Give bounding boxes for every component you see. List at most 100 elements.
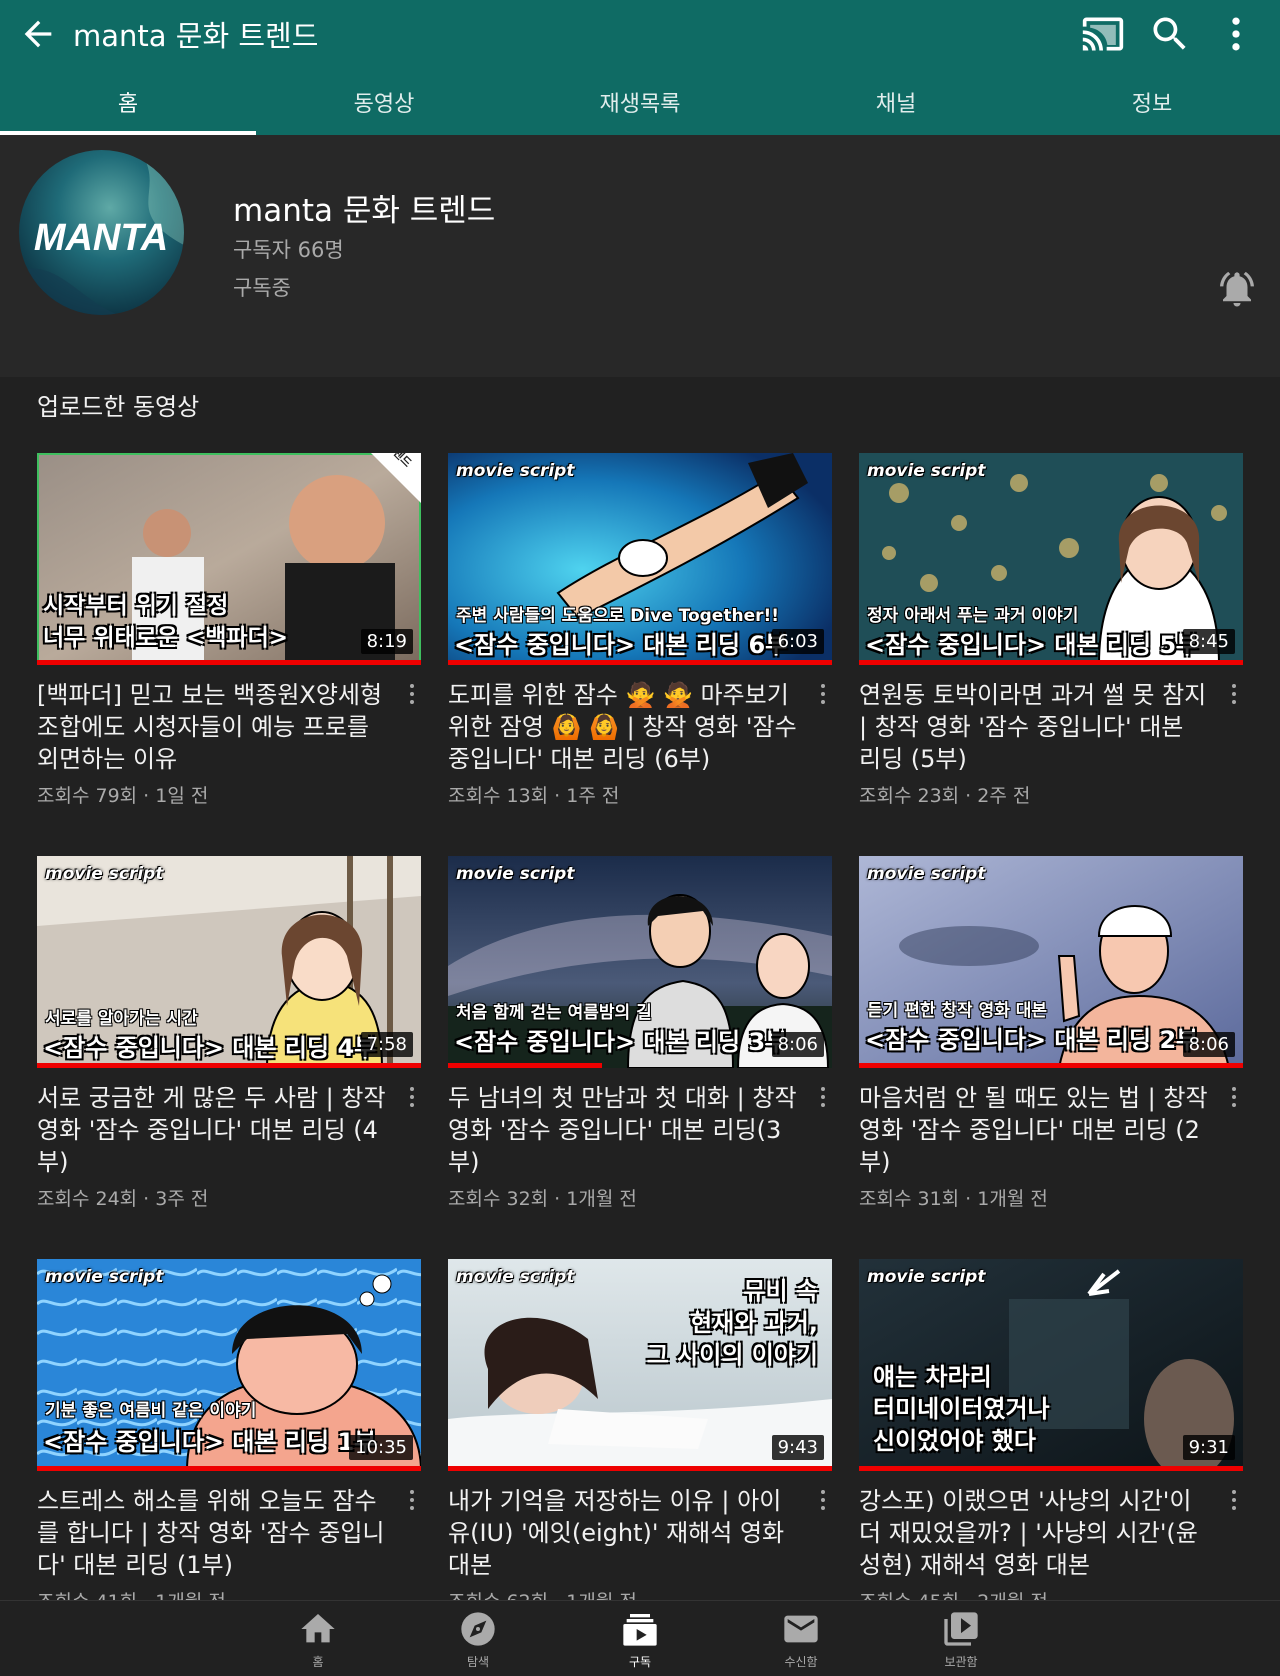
app-bar: manta 문화 트렌드 홈 동영상 재생목록 채널 정보 — [0, 0, 1280, 135]
tab-channels[interactable]: 채널 — [768, 78, 1024, 135]
video-thumbnail[interactable]: movie script 정자 아래서 푸는 과거 이야기 <잠수 중입니다> … — [859, 453, 1243, 665]
watch-progress-bar — [448, 1063, 602, 1068]
thumbnail-caption-3: 신이었어야 했다 — [873, 1427, 1036, 1455]
thumbnail-caption-1: 처음 함께 걷는 여름밤의 길 — [456, 1003, 652, 1023]
subscribe-status[interactable]: 구독중 — [233, 272, 291, 302]
watch-progress-bar — [37, 1063, 421, 1068]
thumbnail-caption-2: 너무 위태로운 <백파더> — [43, 625, 288, 651]
video-meta: 조회수 32회 · 1개월 전 — [448, 1188, 637, 1210]
video-more-icon[interactable] — [814, 1485, 832, 1515]
video-thumbnail[interactable]: movie script 처음 함께 걷는 여름밤의 길 <잠수 중입니다> 대… — [448, 856, 832, 1068]
video-card[interactable]: movie script 기분 좋은 여름비 같은 이야기 <잠수 중입니다> … — [37, 1259, 421, 1614]
video-title[interactable]: 두 남녀의 첫 만남과 첫 대화 | 창작 영화 '잠수 중입니다' 대본 리딩… — [448, 1082, 798, 1178]
video-more-icon[interactable] — [1225, 1485, 1243, 1515]
video-duration: 8:06 — [771, 1032, 824, 1057]
video-title[interactable]: 마음처럼 안 될 때도 있는 법 | 창작 영화 '잠수 중입니다' 대본 리딩… — [859, 1082, 1209, 1178]
tab-videos[interactable]: 동영상 — [256, 78, 512, 135]
video-title[interactable]: 연원동 토박이라면 과거 썰 못 참지 | 창작 영화 '잠수 중입니다' 대본… — [859, 679, 1209, 775]
watch-progress-bar — [37, 660, 421, 665]
tab-home[interactable]: 홈 — [0, 78, 256, 135]
thumbnail-tag: movie script — [456, 864, 575, 884]
video-thumbnail[interactable]: movie script 듣기 편한 창작 영화 대본 <잠수 중입니다> 대본… — [859, 856, 1243, 1068]
video-duration: 7:58 — [360, 1032, 413, 1057]
video-thumbnail[interactable]: 문화 트렌드 시작부터 위기 절정 너무 위태로운 <백파더> 8:19 — [37, 453, 421, 665]
video-title[interactable]: 강스포) 이랬으면 '사냥의 시간'이 더 재밌었을까? | '사냥의 시간'(… — [859, 1485, 1209, 1581]
video-more-icon[interactable] — [814, 1082, 832, 1112]
nav-label: 구독 — [628, 1655, 652, 1669]
tab-about[interactable]: 정보 — [1024, 78, 1280, 135]
video-duration: 6:03 — [771, 629, 824, 654]
thumbnail-tag: movie script — [456, 461, 575, 481]
channel-tabs: 홈 동영상 재생목록 채널 정보 — [0, 78, 1280, 135]
video-more-icon[interactable] — [403, 679, 421, 709]
home-icon — [301, 1614, 335, 1643]
video-duration: 8:45 — [1182, 629, 1235, 654]
inbox-icon — [784, 1615, 818, 1643]
thumbnail-tag: movie script — [45, 1267, 164, 1287]
video-card[interactable]: movie script 얘는 차라리 터미네이터였거나 신이었어야 했다 9:… — [859, 1259, 1243, 1614]
video-thumbnail[interactable]: movie script 얘는 차라리 터미네이터였거나 신이었어야 했다 9:… — [859, 1259, 1243, 1471]
nav-subscriptions[interactable]: 구독 — [585, 1601, 695, 1670]
video-card[interactable]: movie script 처음 함께 걷는 여름밤의 길 <잠수 중입니다> 대… — [448, 856, 832, 1211]
thumbnail-caption-2: <잠수 중입니다> 대본 리딩 2부 — [865, 1026, 1199, 1054]
nav-label: 홈 — [312, 1655, 324, 1669]
video-thumbnail[interactable]: movie script 주변 사람들의 도움으로 Dive Together!… — [448, 453, 832, 665]
watch-progress-bar — [448, 1466, 832, 1471]
video-duration: 8:06 — [1182, 1032, 1235, 1057]
nav-inbox[interactable]: 수신함 — [746, 1601, 856, 1670]
video-card[interactable]: movie script 뮤비 속 현재와 과거, 그 사이의 이야기 9:43… — [448, 1259, 832, 1614]
more-vert-icon[interactable] — [1214, 12, 1258, 56]
video-meta: 조회수 24회 · 3주 전 — [37, 1188, 209, 1210]
video-more-icon[interactable] — [1225, 679, 1243, 709]
video-card[interactable]: movie script 주변 사람들의 도움으로 Dive Together!… — [448, 453, 832, 808]
thumbnail-tag: movie script — [45, 864, 164, 884]
nav-label: 수신함 — [784, 1655, 818, 1669]
app-bar-title: manta 문화 트렌드 — [73, 19, 319, 53]
thumbnail-caption-1: 기분 좋은 여름비 같은 이야기 — [45, 1401, 257, 1421]
thumbnail-caption-2: 현재와 과거, — [690, 1309, 818, 1337]
video-title[interactable]: 서로 궁금한 게 많은 두 사람 | 창작 영화 '잠수 중입니다' 대본 리딩… — [37, 1082, 387, 1178]
channel-name: manta 문화 트렌드 — [233, 193, 496, 229]
video-meta: 조회수 13회 · 1주 전 — [448, 785, 620, 807]
watch-progress-bar — [859, 1063, 1243, 1068]
back-arrow-icon[interactable] — [18, 14, 58, 54]
video-title[interactable]: 내가 기억을 저장하는 이유 | 아이유(IU) '에잇(eight)' 재해석… — [448, 1485, 798, 1581]
thumbnail-caption-1: 시작부터 위기 절정 — [43, 593, 229, 619]
video-thumbnail[interactable]: movie script 기분 좋은 여름비 같은 이야기 <잠수 중입니다> … — [37, 1259, 421, 1471]
subscriber-count: 구독자 66명 — [233, 238, 344, 262]
video-card[interactable]: movie script 서로를 알아가는 시간 <잠수 중입니다> 대본 리딩… — [37, 856, 421, 1211]
video-card[interactable]: movie script 정자 아래서 푸는 과거 이야기 <잠수 중입니다> … — [859, 453, 1243, 808]
video-card[interactable]: movie script 듣기 편한 창작 영화 대본 <잠수 중입니다> 대본… — [859, 856, 1243, 1211]
thumbnail-caption-1: 듣기 편한 창작 영화 대본 — [867, 1001, 1048, 1021]
nav-library[interactable]: 보관함 — [906, 1601, 1016, 1670]
nav-home[interactable]: 홈 — [263, 1601, 373, 1670]
thumbnail-caption-3: 그 사이의 이야기 — [646, 1341, 818, 1369]
video-thumbnail[interactable]: movie script 뮤비 속 현재와 과거, 그 사이의 이야기 9:43 — [448, 1259, 832, 1471]
channel-avatar[interactable]: MANTA — [19, 150, 184, 315]
video-more-icon[interactable] — [403, 1082, 421, 1112]
video-duration: 9:43 — [771, 1435, 824, 1460]
video-title[interactable]: [백파더] 믿고 보는 백종원X양세형 조합에도 시청자들이 예능 프로를 외면… — [37, 679, 387, 775]
thumbnail-caption-2: <잠수 중입니다> 대본 리딩 1부 — [43, 1428, 377, 1456]
thumbnail-caption-2: <잠수 중입니다> 대본 리딩 6부 — [454, 631, 788, 659]
thumbnail-caption-1: 주변 사람들의 도움으로 Dive Together!! — [456, 606, 779, 626]
subscriptions-icon — [623, 1614, 657, 1646]
cast-icon[interactable] — [1081, 12, 1125, 56]
video-duration: 10:35 — [349, 1435, 413, 1460]
video-title[interactable]: 도피를 위한 잠수 🙅 🙅 마주보기 위한 잠영 🙆 🙆 | 창작 영화 '잠수… — [448, 679, 798, 775]
video-thumbnail[interactable]: movie script 서로를 알아가는 시간 <잠수 중입니다> 대본 리딩… — [37, 856, 421, 1068]
notification-bell-icon[interactable] — [1216, 268, 1258, 310]
video-meta: 조회수 23회 · 2주 전 — [859, 785, 1031, 807]
video-more-icon[interactable] — [1225, 1082, 1243, 1112]
watch-progress-bar — [37, 1466, 421, 1471]
video-duration: 9:31 — [1182, 1435, 1235, 1460]
video-more-icon[interactable] — [814, 679, 832, 709]
tab-playlists[interactable]: 재생목록 — [512, 78, 768, 135]
video-card[interactable]: 문화 트렌드 시작부터 위기 절정 너무 위태로운 <백파더> 8:19 [백파… — [37, 453, 421, 808]
video-more-icon[interactable] — [403, 1485, 421, 1515]
watch-progress-bar — [859, 660, 1243, 665]
search-icon[interactable] — [1148, 12, 1192, 56]
video-title[interactable]: 스트레스 해소를 위해 오늘도 잠수를 합니다 | 창작 영화 '잠수 중입니다… — [37, 1485, 387, 1581]
nav-explore[interactable]: 탐색 — [423, 1601, 533, 1670]
video-meta: 조회수 79회 · 1일 전 — [37, 785, 209, 807]
